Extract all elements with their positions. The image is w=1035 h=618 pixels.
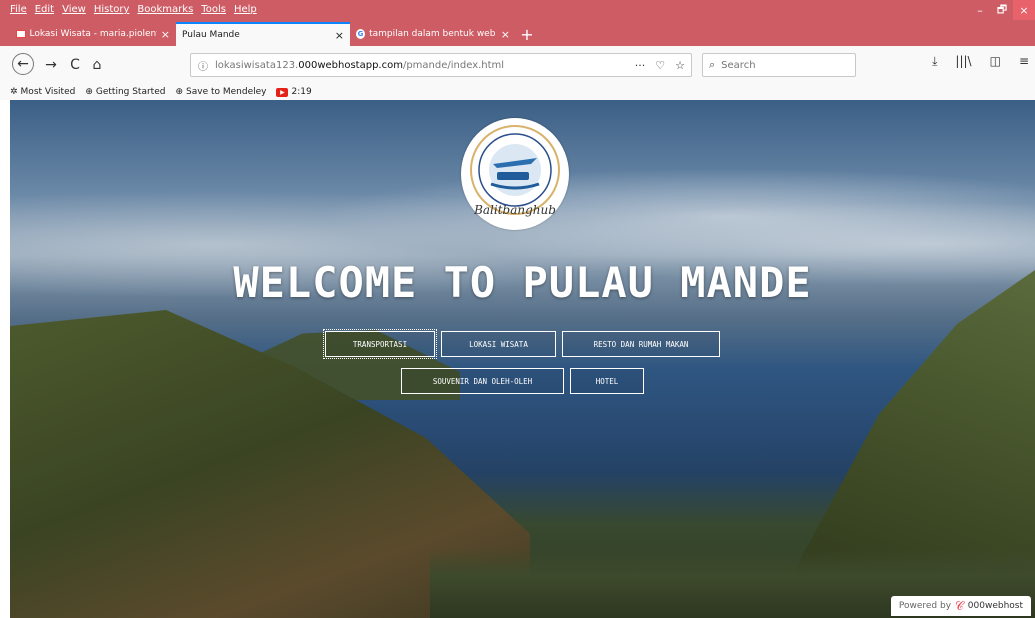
home-button[interactable]: ⌂ bbox=[88, 54, 106, 76]
powered-label: Powered by bbox=[898, 601, 952, 611]
restore-button[interactable]: 🗗 bbox=[991, 0, 1013, 20]
bookmark-save-to-mendeley[interactable]: ⊕ Save to Mendeley bbox=[175, 87, 266, 97]
tab-title: Pulau Mande bbox=[182, 30, 240, 40]
google-icon: G bbox=[356, 29, 366, 39]
menu-view[interactable]: View bbox=[62, 4, 86, 20]
close-window-button[interactable]: × bbox=[1013, 0, 1035, 20]
page-heading: WELCOME TO PULAU MANDE bbox=[233, 258, 812, 307]
bookmark-most-visited[interactable]: ✲ Most Visited bbox=[10, 87, 75, 97]
nav-row-2: SOUVENIR DAN OLEH-OLEH HOTEL bbox=[10, 368, 1035, 394]
menu-edit[interactable]: Edit bbox=[35, 4, 54, 20]
library-icon[interactable]: |||\ bbox=[955, 54, 971, 69]
menu-help[interactable]: Help bbox=[234, 4, 257, 20]
url-host: 000webhostapp.com bbox=[298, 59, 403, 71]
menu-file[interactable]: File bbox=[10, 4, 27, 20]
minimize-button[interactable]: – bbox=[969, 0, 991, 20]
nav-button-lokasi-wisata[interactable]: LOKASI WISATA bbox=[441, 331, 556, 357]
menu-bookmarks[interactable]: Bookmarks bbox=[137, 4, 193, 20]
gear-icon: ✲ bbox=[10, 87, 18, 97]
tab-close-icon[interactable]: × bbox=[161, 28, 170, 41]
nav-button-transportasi[interactable]: TRANSPORTASI bbox=[323, 329, 437, 359]
sidebar-icon[interactable]: ◫ bbox=[990, 54, 1001, 69]
webhost-logo-icon: 𝒞 bbox=[955, 598, 964, 613]
new-tab-button[interactable]: + bbox=[516, 23, 538, 45]
right-toolbar: ⤓ |||\ ◫ ≡ bbox=[932, 54, 1029, 69]
info-icon[interactable]: ⓘ bbox=[191, 58, 215, 73]
globe-icon: ⊕ bbox=[175, 87, 184, 97]
navigation-toolbar: ← → C ⌂ ⓘ lokasiwisata123. 000webhostapp.… bbox=[0, 46, 1035, 84]
bookmarks-toolbar: ✲ Most Visited ⊕ Getting Started ⊕ Save to … bbox=[0, 84, 1035, 100]
tab-strip: Lokasi Wisata - maria.piolenta × Pulau M… bbox=[10, 22, 538, 46]
gmail-icon bbox=[16, 30, 26, 38]
page-content: Balitbanghub WELCOME TO PULAU MANDE TRAN… bbox=[10, 100, 1035, 618]
powered-by-badge[interactable]: Powered by 𝒞 000webhost bbox=[890, 596, 1031, 616]
forward-button[interactable]: → bbox=[42, 54, 60, 76]
nav-button-resto[interactable]: RESTO DAN RUMAH MAKAN bbox=[562, 331, 720, 357]
search-icon: ⌕ bbox=[709, 58, 716, 71]
nav-button-souvenir[interactable]: SOUVENIR DAN OLEH-OLEH bbox=[401, 368, 564, 394]
search-bar[interactable]: ⌕ bbox=[702, 53, 856, 77]
window-controls: – 🗗 × bbox=[969, 0, 1035, 20]
tab-tampilan-web[interactable]: G tampilan dalam bentuk web - P × bbox=[350, 23, 516, 45]
download-icon[interactable]: ⤓ bbox=[932, 54, 937, 69]
tab-lokasi-wisata[interactable]: Lokasi Wisata - maria.piolenta × bbox=[10, 23, 176, 45]
menu-icon[interactable]: ≡ bbox=[1019, 54, 1029, 69]
pocket-icon[interactable]: ♡ bbox=[655, 59, 665, 72]
tab-pulau-mande[interactable]: Pulau Mande × bbox=[176, 22, 350, 46]
search-input[interactable] bbox=[719, 58, 844, 72]
youtube-icon: ▶ bbox=[276, 87, 289, 97]
url-bar[interactable]: ⓘ lokasiwisata123. 000webhostapp.com/pman… bbox=[190, 53, 692, 77]
url-prefix: lokasiwisata123. bbox=[215, 59, 299, 71]
page-actions-icon[interactable]: ··· bbox=[635, 59, 646, 72]
tab-close-icon[interactable]: × bbox=[501, 28, 510, 41]
menu-history[interactable]: History bbox=[94, 4, 130, 20]
menu-bar: File Edit View History Bookmarks Tools H… bbox=[10, 4, 257, 20]
tab-title: tampilan dalam bentuk web - P bbox=[369, 29, 497, 39]
reload-button[interactable]: C bbox=[66, 54, 84, 76]
tab-title: Lokasi Wisata - maria.piolenta bbox=[29, 29, 157, 39]
balitbanghub-logo: Balitbanghub bbox=[461, 118, 569, 230]
menu-tools[interactable]: Tools bbox=[201, 4, 226, 20]
url-path: /pmande/index.html bbox=[402, 59, 505, 71]
browser-titlebar: File Edit View History Bookmarks Tools H… bbox=[0, 0, 1035, 46]
bookmark-getting-started[interactable]: ⊕ Getting Started bbox=[85, 87, 165, 97]
back-button[interactable]: ← bbox=[12, 53, 34, 75]
svg-text:Balitbanghub: Balitbanghub bbox=[473, 203, 556, 217]
bookmark-youtube-video[interactable]: ▶ 2:19 bbox=[276, 87, 312, 97]
nav-button-hotel[interactable]: HOTEL bbox=[570, 368, 644, 394]
nav-row-1: TRANSPORTASI LOKASI WISATA RESTO DAN RUM… bbox=[10, 329, 1035, 359]
bookmark-star-icon[interactable]: ☆ bbox=[675, 59, 685, 72]
tab-close-icon[interactable]: × bbox=[335, 29, 344, 42]
globe-icon: ⊕ bbox=[85, 87, 93, 97]
powered-brand: 000webhost bbox=[967, 601, 1023, 611]
